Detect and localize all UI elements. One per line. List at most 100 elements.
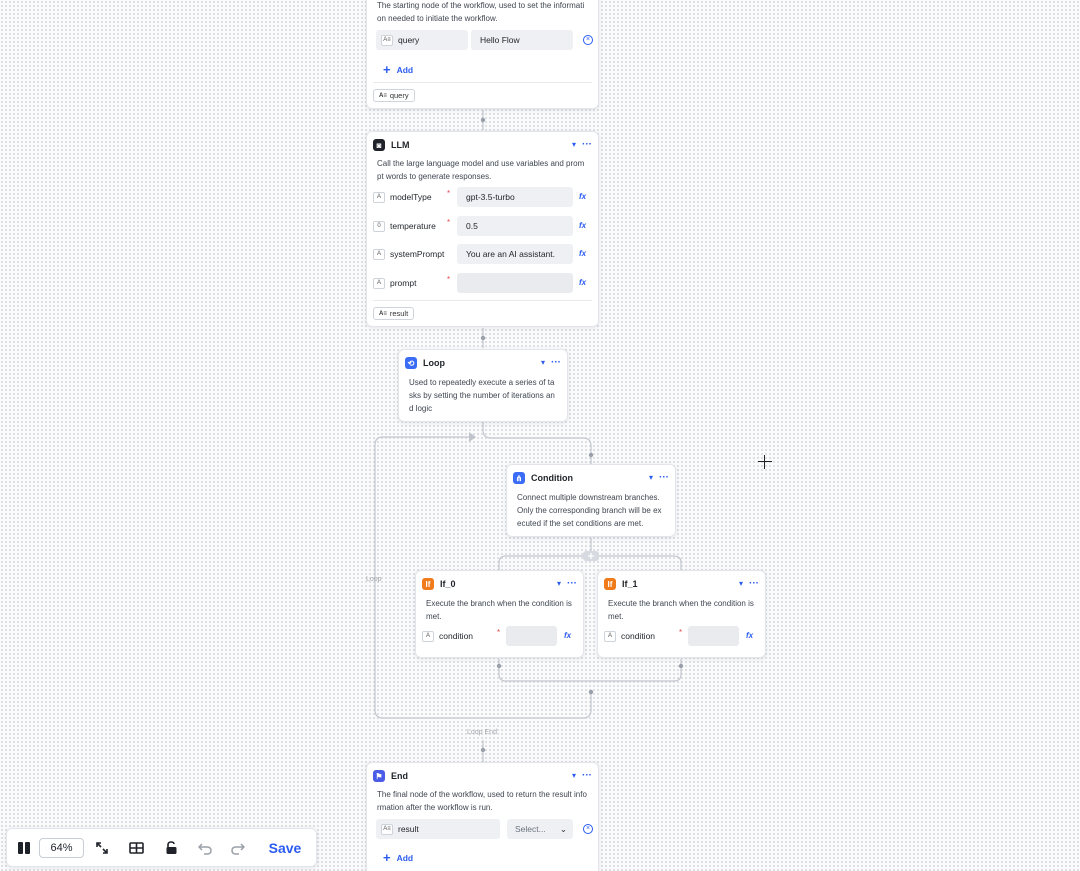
more-options-icon[interactable]: ···: [582, 771, 592, 781]
llm-output-name: result: [389, 309, 409, 318]
plus-icon: +: [383, 62, 391, 77]
required-marker: *: [447, 189, 451, 198]
llm-node[interactable]: ◙ LLM ▾ ··· Call the large language mode…: [366, 131, 599, 327]
start-output-name: query: [389, 91, 409, 100]
canvas-toolbar: 64% Save: [6, 828, 317, 867]
if-icon: If: [604, 578, 616, 590]
loop-icon: ⟲: [405, 357, 417, 369]
collapse-chevron-icon[interactable]: ▾: [572, 141, 576, 149]
start-add-button[interactable]: + Add: [383, 63, 413, 76]
temperature-input[interactable]: 0.5: [457, 216, 573, 236]
end-add-label: Add: [396, 852, 414, 863]
crosshair-cursor-icon: [758, 455, 772, 469]
fx-icon[interactable]: fx: [579, 221, 586, 230]
if-1-node-description: Execute the branch when the condition is…: [608, 599, 754, 621]
loop-node-header: ⟲ Loop ▾ ···: [405, 356, 561, 370]
condition-node-title: Condition: [531, 473, 573, 483]
if-1-condition-row: A condition * fx: [604, 626, 759, 646]
if-0-node[interactable]: If If_0 ▾ ··· Execute the branch when th…: [415, 570, 584, 658]
minimap-icon[interactable]: [15, 838, 33, 858]
remove-param-icon[interactable]: ×: [583, 824, 593, 834]
llm-output-chip: A≡ result: [373, 307, 415, 320]
llm-field-row: A modelType * gpt-3.5-turbo fx: [373, 187, 592, 207]
collapse-chevron-icon[interactable]: ▾: [649, 474, 653, 482]
if-1-node[interactable]: If If_1 ▾ ··· Execute the branch when th…: [597, 570, 766, 658]
if-0-condition-input[interactable]: [506, 626, 557, 646]
required-marker: *: [679, 628, 683, 637]
save-button[interactable]: Save: [259, 838, 311, 858]
expand-icon[interactable]: [92, 838, 112, 858]
condition-node[interactable]: ⋔ Condition ▾ ··· Connect multiple downs…: [506, 464, 676, 537]
more-options-icon[interactable]: ···: [749, 579, 759, 589]
end-node[interactable]: ⚑ End ▾ ··· The final node of the workfl…: [366, 762, 599, 871]
llm-field-row: A systemPrompt You are an AI assistant. …: [373, 244, 592, 264]
start-param-name-field[interactable]: A≡ query: [376, 30, 468, 50]
divider: [373, 82, 592, 83]
llm-field-row: 0 temperature * 0.5 fx: [373, 216, 592, 236]
if-1-node-header: If If_1 ▾ ···: [604, 577, 759, 591]
end-param-name: result: [398, 824, 419, 834]
redo-icon[interactable]: [228, 838, 248, 858]
loop-end-label: Loop End: [467, 729, 497, 736]
end-add-button[interactable]: + Add: [383, 851, 413, 864]
string-type-icon: A≡: [379, 310, 387, 317]
llm-node-description: Call the large language model and use va…: [377, 159, 585, 181]
start-param-name: query: [398, 35, 420, 45]
variable-type-icon: A: [604, 630, 616, 642]
condition-node-header: ⋔ Condition ▾ ···: [513, 471, 669, 485]
if-0-node-title: If_0: [440, 579, 456, 589]
fx-icon[interactable]: fx: [579, 192, 586, 201]
variable-type-icon: A: [373, 248, 385, 260]
llm-node-title: LLM: [391, 140, 410, 150]
collapse-chevron-icon[interactable]: ▾: [557, 580, 561, 588]
grid-layout-icon[interactable]: [126, 838, 146, 858]
more-options-icon[interactable]: ···: [659, 473, 669, 483]
fx-icon[interactable]: fx: [579, 249, 586, 258]
end-node-header: ⚑ End ▾ ···: [373, 769, 592, 783]
end-flag-icon: ⚑: [373, 770, 385, 782]
zoom-level-input[interactable]: 64%: [39, 838, 84, 858]
llm-field-name: prompt: [390, 278, 417, 288]
start-node[interactable]: The starting node of the workflow, used …: [366, 0, 599, 109]
select-placeholder: Select...: [515, 824, 546, 834]
end-param-select[interactable]: Select... ⌄: [507, 819, 573, 839]
prompt-input[interactable]: [457, 273, 573, 293]
required-marker: *: [447, 275, 451, 284]
model-type-input[interactable]: gpt-3.5-turbo: [457, 187, 573, 207]
llm-field-name: modelType: [390, 192, 432, 202]
llm-field-row: A prompt * fx: [373, 273, 592, 293]
start-param-value-input[interactable]: Hello Flow: [471, 30, 573, 50]
end-node-description: The final node of the workflow, used to …: [377, 790, 587, 812]
loop-node[interactable]: ⟲ Loop ▾ ··· Used to repeatedly execute …: [398, 349, 568, 422]
more-options-icon[interactable]: ···: [551, 358, 561, 368]
start-node-description: The starting node of the workflow, used …: [377, 1, 585, 23]
more-options-icon[interactable]: ···: [582, 140, 592, 150]
fx-icon[interactable]: fx: [746, 631, 753, 640]
if-0-condition-row: A condition * fx: [422, 626, 577, 646]
undo-icon[interactable]: [195, 838, 215, 858]
collapse-chevron-icon[interactable]: ▾: [541, 359, 545, 367]
loop-node-description: Used to repeatedly execute a series of t…: [409, 378, 555, 413]
plus-icon: +: [383, 850, 391, 865]
start-param-row: A≡ query Hello Flow ×: [373, 30, 593, 50]
required-marker: *: [447, 218, 451, 227]
variable-type-icon: 0: [373, 220, 385, 232]
collapse-chevron-icon[interactable]: ▾: [739, 580, 743, 588]
more-options-icon[interactable]: ···: [567, 579, 577, 589]
remove-param-icon[interactable]: ×: [583, 35, 593, 45]
llm-icon: ◙: [373, 139, 385, 151]
if-1-condition-input[interactable]: [688, 626, 739, 646]
end-param-name-field[interactable]: A≡ result: [376, 819, 500, 839]
branch-condition-icon: ⋔: [513, 472, 525, 484]
if-icon: If: [422, 578, 434, 590]
system-prompt-input[interactable]: You are an AI assistant.: [457, 244, 573, 264]
collapse-chevron-icon[interactable]: ▾: [572, 772, 576, 780]
start-add-label: Add: [396, 64, 414, 75]
string-type-icon: A≡: [379, 92, 387, 99]
if-0-node-header: If If_0 ▾ ···: [422, 577, 577, 591]
llm-field-name: temperature: [390, 221, 436, 231]
fx-icon[interactable]: fx: [579, 278, 586, 287]
unlock-icon[interactable]: [161, 838, 181, 858]
fx-icon[interactable]: fx: [564, 631, 571, 640]
string-type-icon: A≡: [381, 34, 393, 46]
